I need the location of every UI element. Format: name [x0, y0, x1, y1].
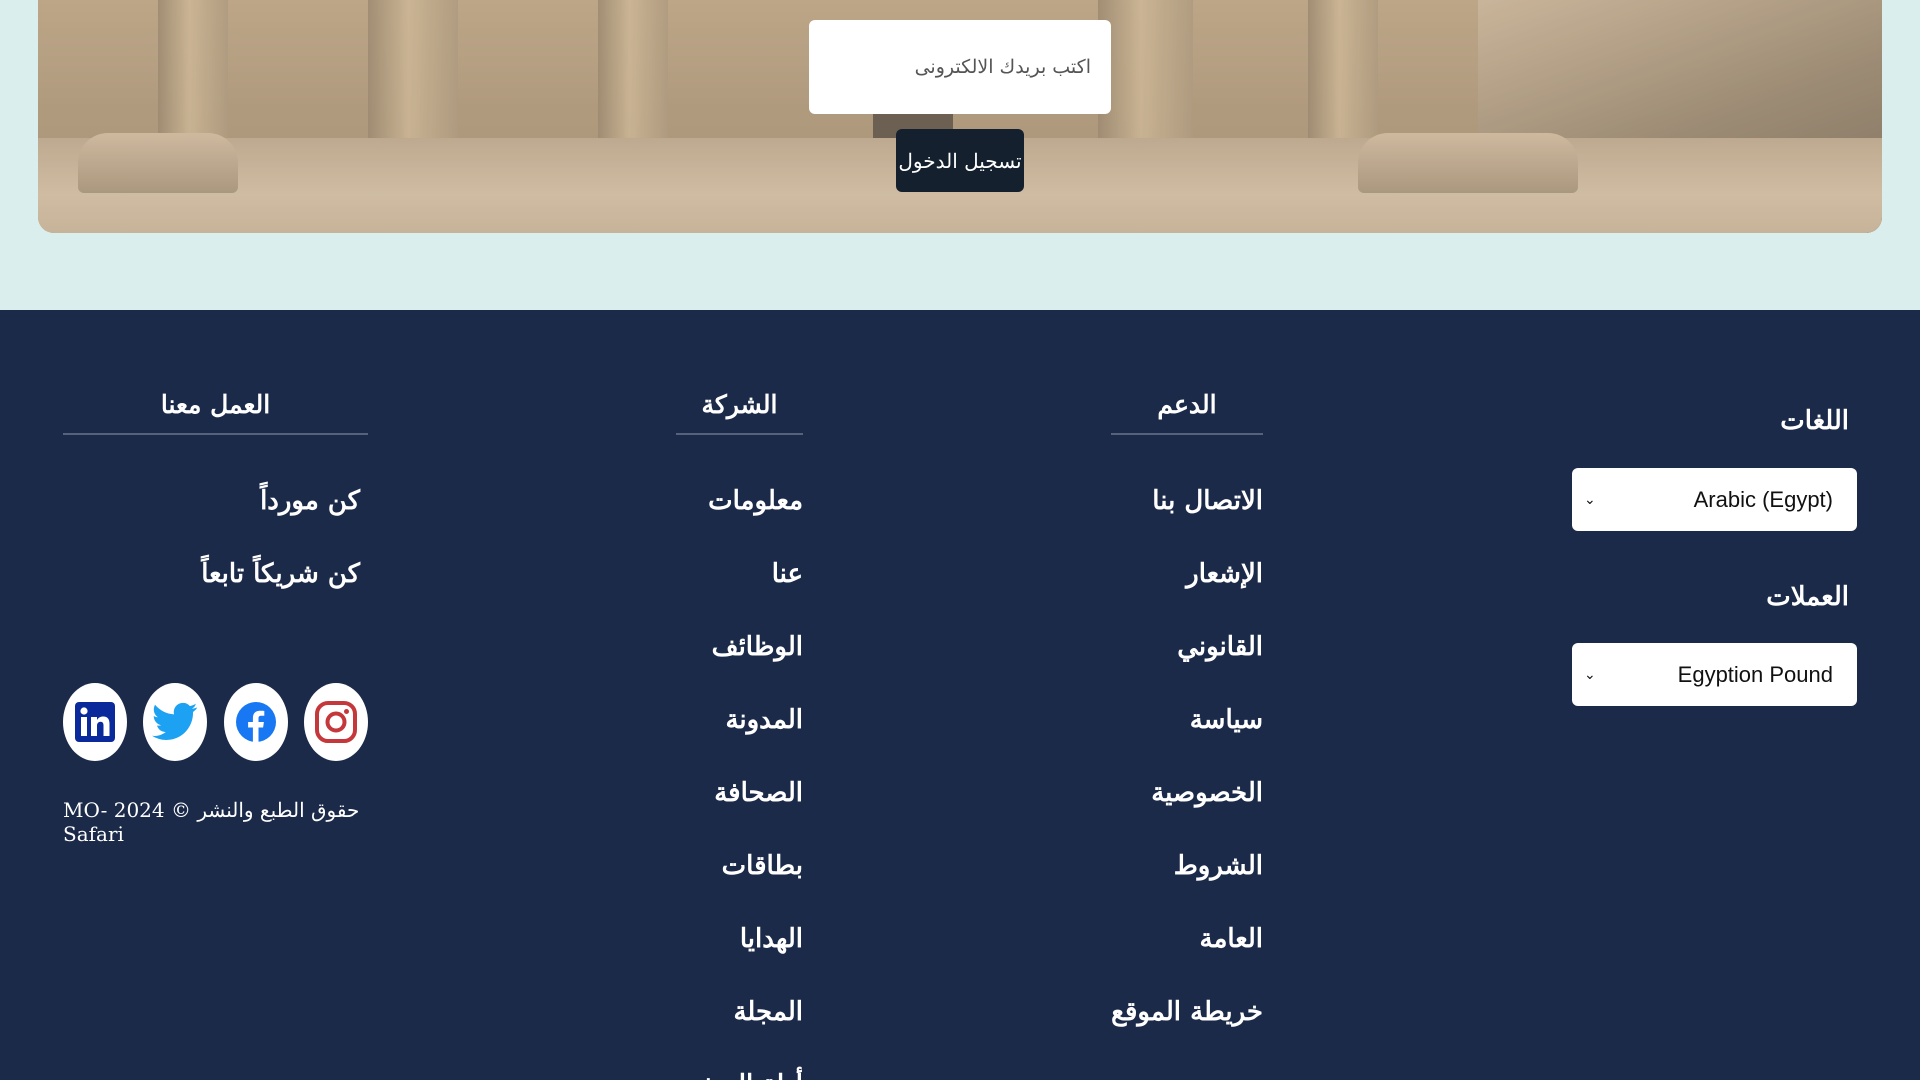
- jobs-link[interactable]: الوظائف: [712, 632, 803, 662]
- about-link[interactable]: معلومات عنا: [708, 486, 803, 589]
- language-selected-value: Arabic (Egypt): [1693, 486, 1833, 512]
- list-item: المدونة: [676, 684, 803, 757]
- currency-selected-value: Egyption Pound: [1677, 661, 1833, 687]
- footer-work-heading: العمل معنا: [63, 390, 368, 435]
- privacy-policy-link[interactable]: سياسة الخصوصية: [1151, 705, 1263, 808]
- list-item: معلومات عنا: [676, 465, 803, 611]
- instagram-button[interactable]: [304, 683, 368, 761]
- footer-support-column: الدعم الاتصال بنا الإشعار القانوني سياسة…: [1111, 390, 1263, 1049]
- footer-support-heading: الدعم: [1111, 390, 1263, 435]
- list-item: الشروط العامة: [1111, 830, 1263, 976]
- list-item: الإشعار القانوني: [1111, 538, 1263, 684]
- chevron-down-icon: ⌄: [1584, 491, 1596, 507]
- list-item: الاتصال بنا: [1111, 465, 1263, 538]
- list-item: كن مورداً: [63, 465, 360, 538]
- facebook-icon: [236, 702, 276, 742]
- magazine-link[interactable]: المجلة: [733, 997, 803, 1027]
- currencies-label: العملات: [1766, 582, 1849, 612]
- footer-company-links: معلومات عنا الوظائف المدونة الصحافة بطاق…: [676, 465, 803, 1080]
- linkedin-button[interactable]: [63, 683, 127, 761]
- footer-company-heading: الشركة: [676, 390, 803, 435]
- list-item: المجلة: [676, 976, 803, 1049]
- travel-guides-link[interactable]: أدلة السفر: [687, 1070, 803, 1080]
- languages-label: اللغات: [1780, 406, 1849, 436]
- gift-cards-link[interactable]: بطاقات الهدايا: [722, 851, 803, 954]
- twitter-button[interactable]: [143, 683, 207, 761]
- footer-work-links: كن مورداً كن شريكاً تابعاً: [63, 465, 368, 611]
- list-item: خريطة الموقع: [1111, 976, 1263, 1049]
- footer-support-links: الاتصال بنا الإشعار القانوني سياسة الخصو…: [1111, 465, 1263, 1049]
- linkedin-icon: [75, 702, 115, 742]
- footer-work-column: العمل معنا كن مورداً كن شريكاً تابعاً: [63, 390, 368, 611]
- footer-company-column: الشركة معلومات عنا الوظائف المدونة الصحا…: [676, 390, 803, 1080]
- footer: الدعم الاتصال بنا الإشعار القانوني سياسة…: [0, 310, 1920, 1080]
- copyright-text: حقوق الطبع والنشر © 2024 MO-Safari: [63, 798, 360, 846]
- list-item: كن شريكاً تابعاً: [63, 538, 360, 611]
- facebook-button[interactable]: [224, 683, 288, 761]
- become-supplier-link[interactable]: كن مورداً: [260, 486, 360, 516]
- legal-notice-link[interactable]: الإشعار القانوني: [1177, 559, 1263, 662]
- list-item: أدلة السفر: [676, 1049, 803, 1080]
- list-item: سياسة الخصوصية: [1111, 684, 1263, 830]
- list-item: الوظائف: [676, 611, 803, 684]
- press-link[interactable]: الصحافة: [714, 778, 803, 808]
- contact-link[interactable]: الاتصال بنا: [1152, 486, 1263, 516]
- email-input[interactable]: [809, 20, 1111, 114]
- sitemap-link[interactable]: خريطة الموقع: [1111, 997, 1263, 1027]
- currency-select[interactable]: ⌄ Egyption Pound: [1572, 643, 1857, 706]
- list-item: بطاقات الهدايا: [676, 830, 803, 976]
- login-button[interactable]: تسجيل الدخول: [896, 129, 1024, 192]
- social-links: [63, 683, 368, 761]
- terms-link[interactable]: الشروط العامة: [1174, 851, 1263, 954]
- become-affiliate-link[interactable]: كن شريكاً تابعاً: [201, 559, 360, 589]
- language-select[interactable]: ⌄ Arabic (Egypt): [1572, 468, 1857, 531]
- chevron-down-icon: ⌄: [1584, 666, 1596, 682]
- instagram-icon: [315, 701, 357, 743]
- blog-link[interactable]: المدونة: [725, 705, 803, 735]
- list-item: الصحافة: [676, 757, 803, 830]
- twitter-icon: [152, 702, 198, 741]
